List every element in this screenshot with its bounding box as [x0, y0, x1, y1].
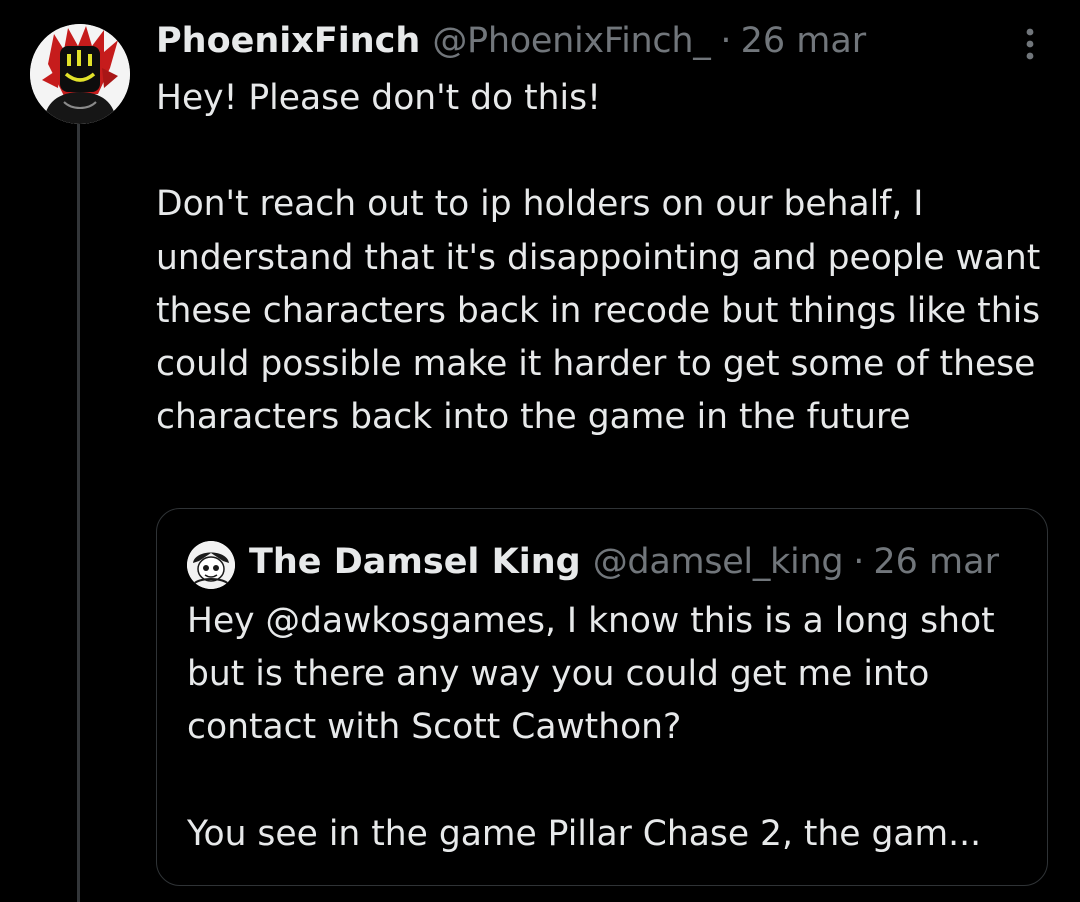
- more-options-icon: [1026, 28, 1034, 60]
- post-date[interactable]: 26 mar: [741, 18, 867, 64]
- quoted-post-text: Hey @dawkosgames, I know this is a long …: [187, 601, 995, 854]
- author-avatar[interactable]: [30, 24, 130, 124]
- author-display-name[interactable]: PhoenixFinch: [156, 18, 420, 64]
- quoted-post-header: The Damsel King @damsel_king · 26 mar: [249, 539, 999, 585]
- quoted-header-separator: ·: [853, 542, 865, 582]
- post-header: PhoenixFinch @PhoenixFinch_ · 26 mar: [156, 18, 866, 64]
- quoted-post-card[interactable]: The Damsel King @damsel_king · 26 mar He…: [156, 508, 1048, 886]
- post-text: Hey! Please don't do this! Don't reach o…: [156, 78, 1041, 438]
- avatar-icon: [30, 24, 130, 124]
- quoted-author-handle[interactable]: @damsel_king: [593, 539, 844, 585]
- more-options-button[interactable]: [1014, 24, 1046, 64]
- thread-connector-line: [77, 122, 80, 902]
- header-separator: ·: [720, 21, 732, 61]
- avatar-icon: [187, 541, 235, 589]
- quoted-author-avatar[interactable]: [187, 541, 235, 589]
- quoted-author-display-name[interactable]: The Damsel King: [249, 539, 581, 585]
- author-handle[interactable]: @PhoenixFinch_: [432, 18, 710, 64]
- quoted-post-date[interactable]: 26 mar: [873, 539, 999, 585]
